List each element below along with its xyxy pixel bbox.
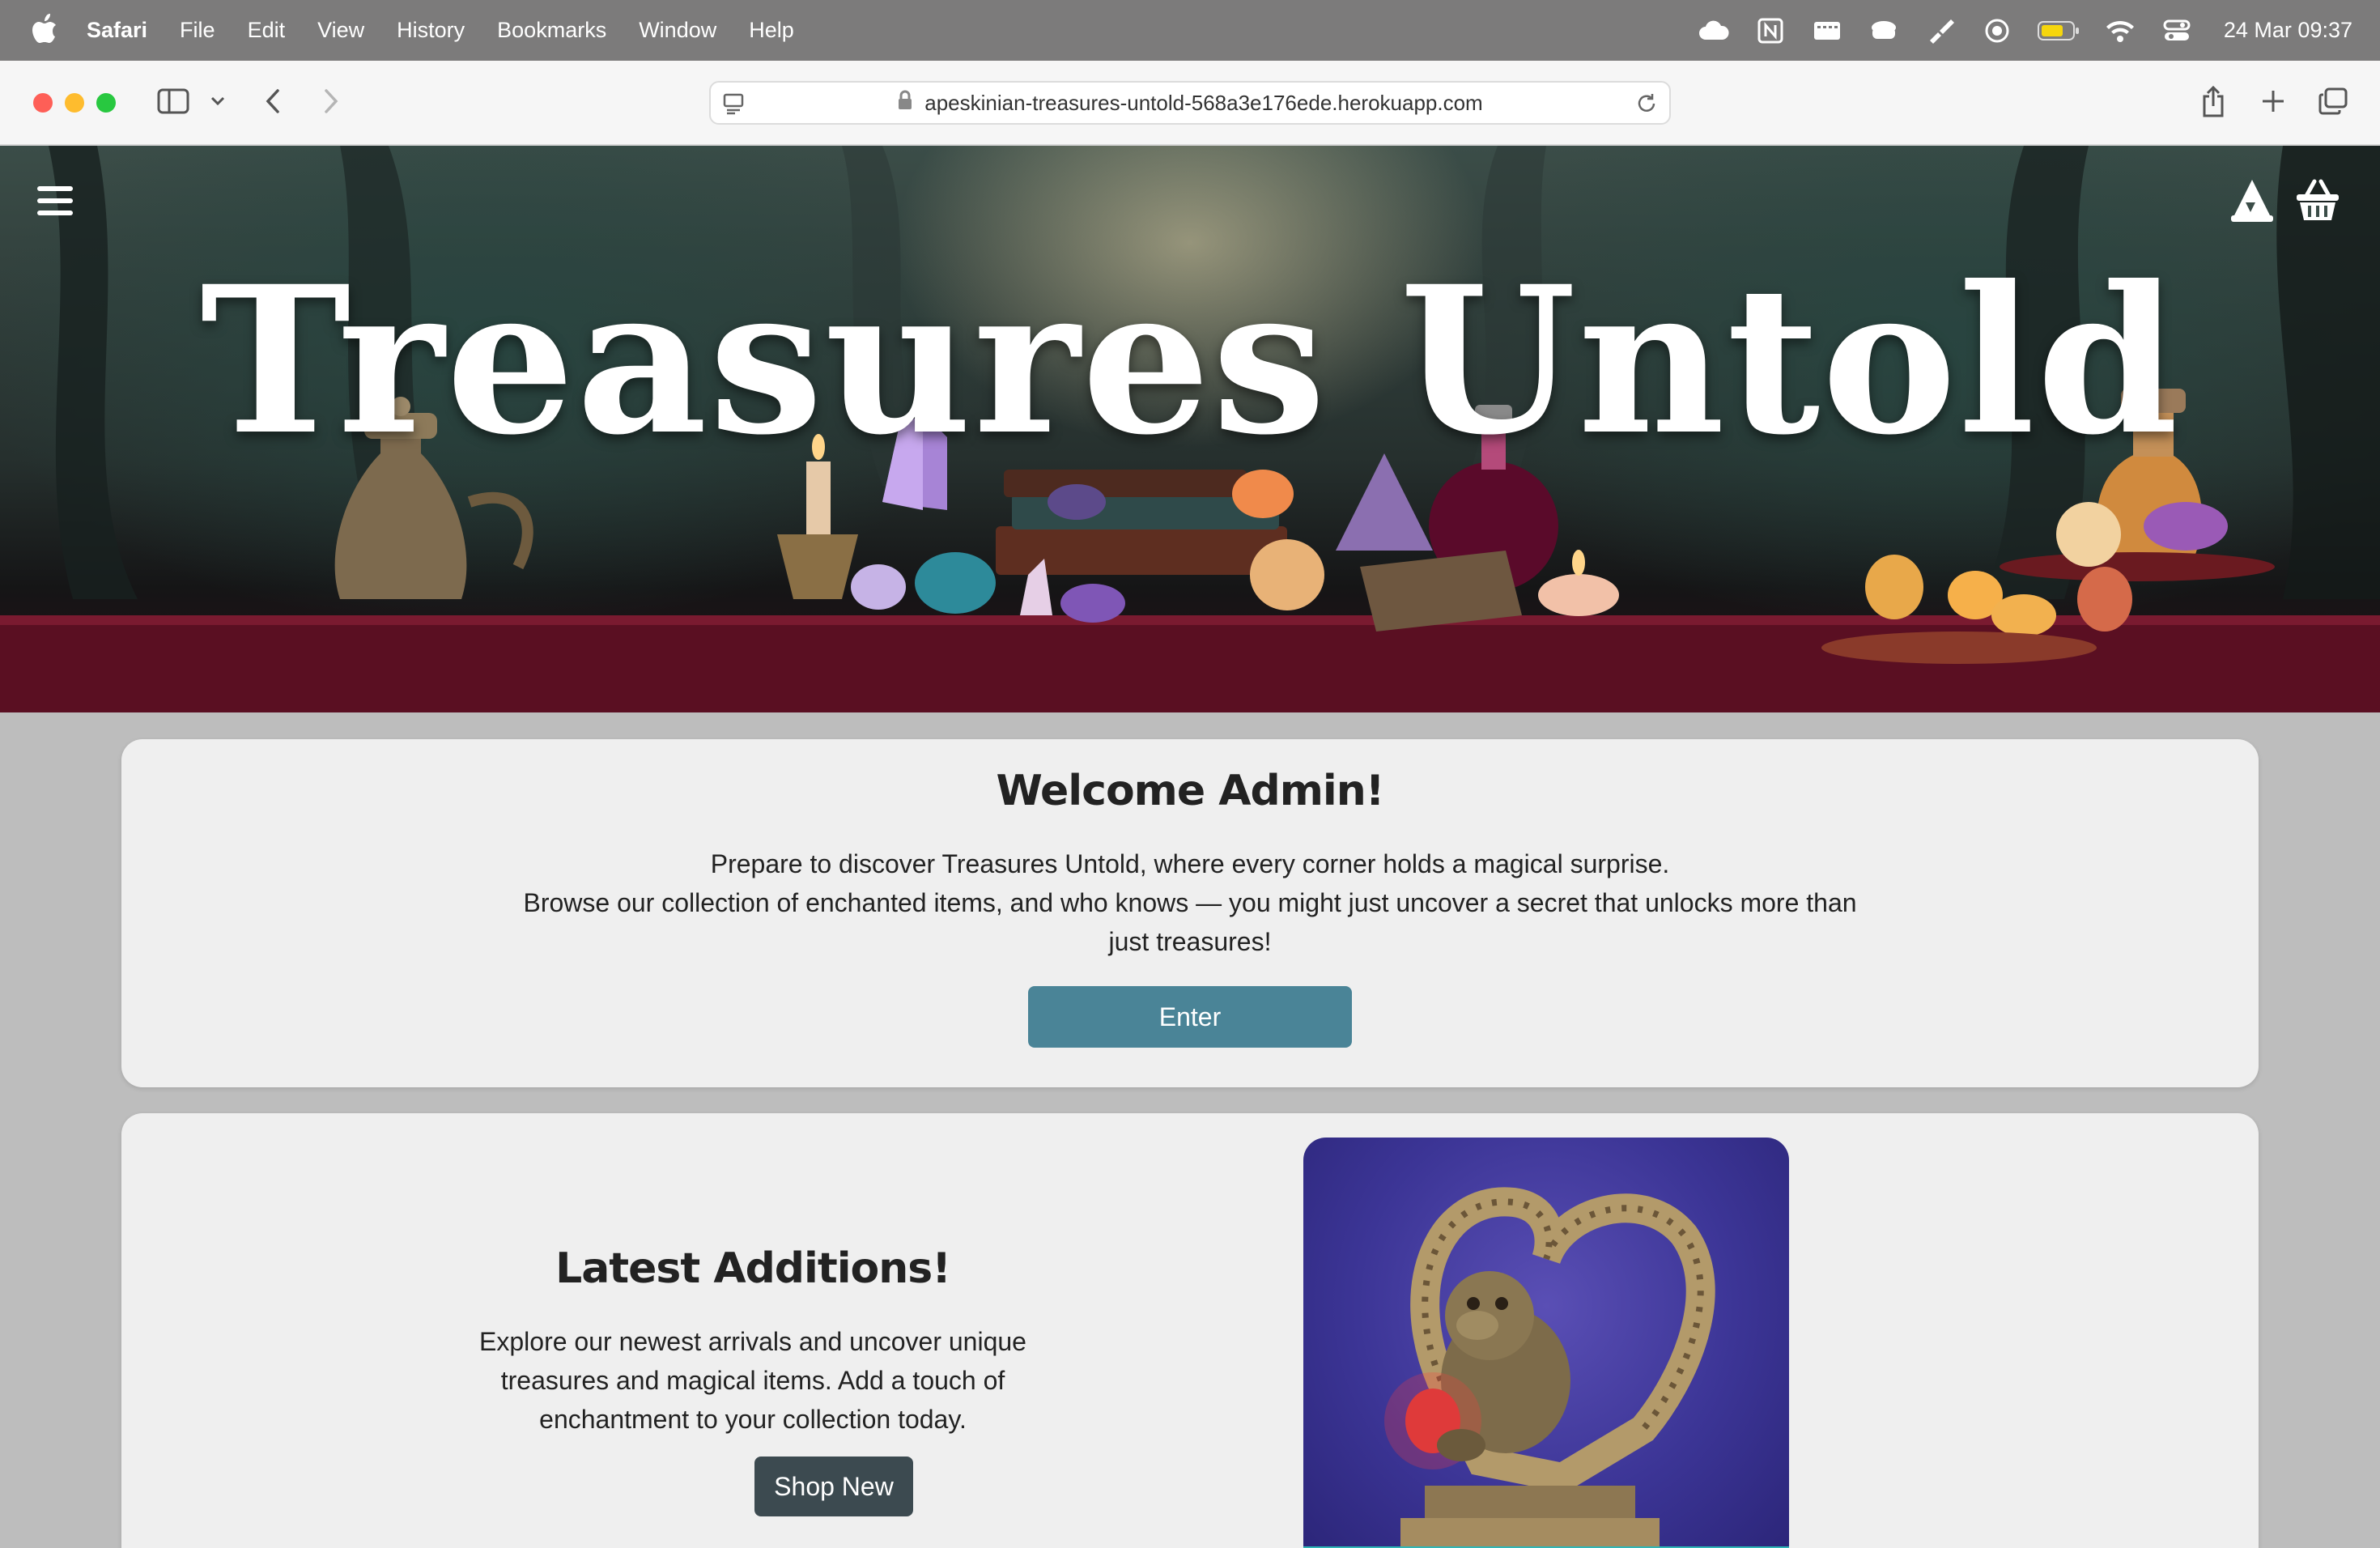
minimize-window-button[interactable] <box>65 93 84 113</box>
record-icon[interactable] <box>1981 16 2013 45</box>
apple-icon[interactable] <box>31 14 58 46</box>
latest-product-image[interactable] <box>1303 1138 1789 1548</box>
wizard-hat-icon[interactable] <box>2231 178 2273 223</box>
wifi-icon[interactable] <box>2104 16 2136 45</box>
address-bar[interactable]: apeskinian-treasures-untold-568a3e176ede… <box>709 81 1671 125</box>
brush-icon[interactable] <box>1924 16 1957 45</box>
macos-menu-bar: Safari File Edit View History Bookmarks … <box>0 0 2380 61</box>
monkey-idol-illustration <box>1303 1187 1789 1548</box>
menu-view[interactable]: View <box>301 18 380 43</box>
shop-new-button[interactable]: Shop New <box>754 1457 913 1516</box>
notion-icon[interactable] <box>1754 16 1787 45</box>
welcome-card: Welcome Admin! Prepare to discover Treas… <box>121 739 2259 1087</box>
share-icon[interactable] <box>2199 83 2228 119</box>
basket-icon[interactable] <box>2295 178 2340 223</box>
sidebar-toggle-icon[interactable] <box>157 87 189 115</box>
latest-additions-card: Latest Additions! Explore our newest arr… <box>121 1113 2259 1548</box>
forward-arrow-icon[interactable] <box>319 87 343 116</box>
tab-overview-icon[interactable] <box>2317 87 2349 116</box>
hero-title: Treasures Untold <box>200 241 2180 479</box>
cup-icon[interactable] <box>1868 16 1900 45</box>
menu-clock[interactable]: 24 Mar 09:37 <box>2224 18 2352 43</box>
welcome-text-line2: Browse our collection of enchanted items… <box>523 888 1857 956</box>
control-center-icon[interactable] <box>2161 16 2193 45</box>
url-text[interactable]: apeskinian-treasures-untold-568a3e176ede… <box>924 91 1482 116</box>
menu-app-name[interactable]: Safari <box>87 18 164 43</box>
reload-icon[interactable] <box>1635 92 1658 121</box>
menu-window[interactable]: Window <box>623 18 733 43</box>
menu-history[interactable]: History <box>380 18 481 43</box>
zoom-window-button[interactable] <box>96 93 116 113</box>
keyboard-icon[interactable] <box>1811 16 1843 45</box>
lock-icon <box>897 90 913 117</box>
hero-banner: Treasures Untold <box>0 146 2380 712</box>
welcome-heading: Welcome Admin! <box>996 767 1385 815</box>
close-window-button[interactable] <box>33 93 53 113</box>
welcome-text-line1: Prepare to discover Treasures Untold, wh… <box>710 849 1670 878</box>
page-settings-icon[interactable] <box>722 92 745 121</box>
enter-button[interactable]: Enter <box>1028 986 1352 1048</box>
new-tab-icon[interactable] <box>2259 87 2288 116</box>
browser-toolbar: apeskinian-treasures-untold-568a3e176ede… <box>0 61 2380 146</box>
page-viewport: Treasures Untold Welcome Admin! Prepare … <box>0 146 2380 1548</box>
cloud-icon[interactable] <box>1698 16 1730 45</box>
back-arrow-icon[interactable] <box>261 87 285 116</box>
battery-icon[interactable] <box>2037 16 2080 45</box>
menu-bookmarks[interactable]: Bookmarks <box>481 18 623 43</box>
menu-edit[interactable]: Edit <box>232 18 302 43</box>
menu-hamburger-icon[interactable] <box>37 186 73 219</box>
menu-file[interactable]: File <box>164 18 232 43</box>
latest-text: Explore our newest arrivals and uncover … <box>479 1327 1026 1434</box>
menu-help[interactable]: Help <box>733 18 810 43</box>
chevron-down-icon[interactable] <box>209 93 227 109</box>
latest-heading: Latest Additions! <box>555 1244 951 1293</box>
